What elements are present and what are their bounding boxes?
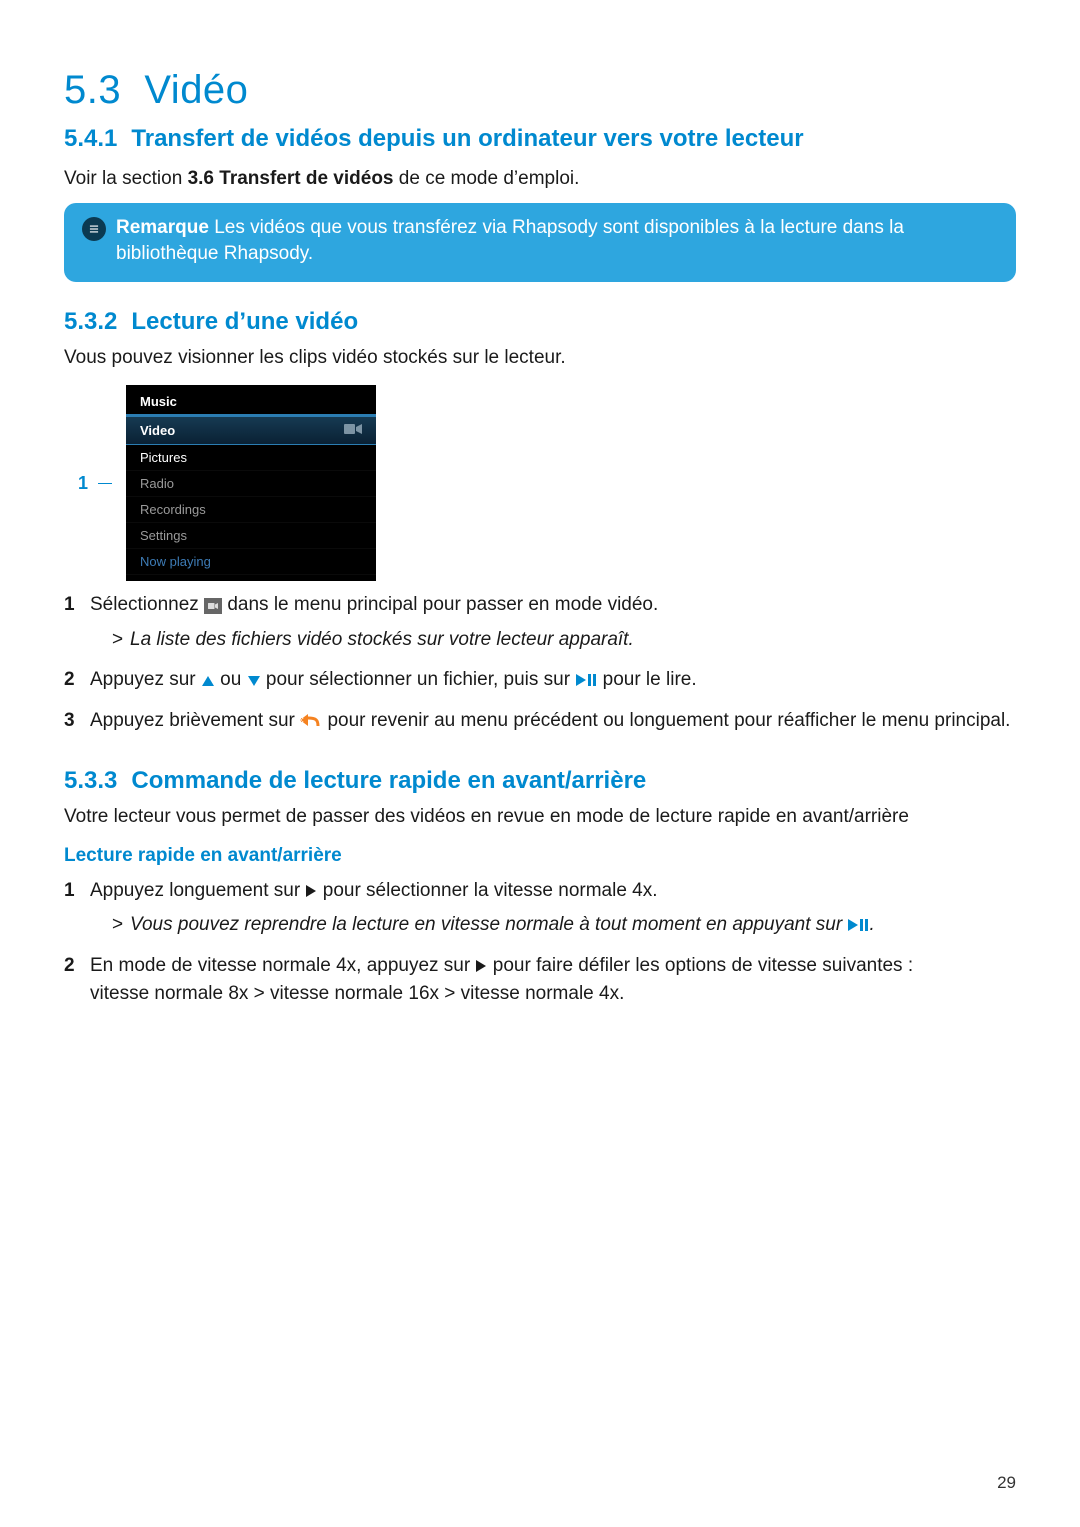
step3-pre: Appuyez brièvement sur [90, 710, 300, 731]
page-title: 5.3 Vidéo [64, 68, 1016, 113]
h1-number: 5.3 [64, 68, 121, 112]
h2-text: Transfert de vidéos depuis un ordinateur… [131, 125, 1016, 153]
s533-1-result-post: . [869, 914, 874, 935]
step2-pre: Appuyez sur [90, 669, 201, 690]
heading-533a: Lecture rapide en avant/arrière [64, 845, 1016, 867]
device-callout-line [98, 483, 112, 484]
s533-2-post: pour faire défiler les options de vitess… [487, 955, 913, 976]
step2-mid2: pour sélectionner un fichier, puis sur [261, 669, 576, 690]
back-icon [300, 712, 322, 728]
s533-1-result: >Vous pouvez reprendre la lecture en vit… [112, 911, 1016, 940]
s533-2-pre: En mode de vitesse normale 4x, appuyez s… [90, 955, 475, 976]
page-number: 29 [997, 1473, 1016, 1493]
device-label-radio: Radio [140, 476, 362, 491]
device-row-music: Music [126, 389, 376, 416]
step2-mid: ou [215, 669, 247, 690]
device-label-pictures: Pictures [140, 450, 362, 465]
camcorder-icon [344, 422, 362, 439]
s533-1-pre: Appuyez longuement sur [90, 880, 305, 901]
h3-text: Lecture d’une vidéo [131, 308, 358, 336]
note-text: Les vidéos que vous transférez via Rhaps… [116, 217, 904, 265]
steps-532: Sélectionnez dans le menu principal pour… [64, 591, 1016, 741]
device-row-settings: Settings [126, 523, 376, 549]
step-533-1: Appuyez longuement sur pour sélectionner… [64, 877, 1016, 946]
device-menu: Music Video Pictures Radio Recordings Se… [126, 385, 376, 581]
device-illustration: 1 Music Video Pictures Radio Recordings … [64, 385, 1016, 581]
h3b-text: Commande de lecture rapide en avant/arri… [131, 767, 646, 795]
step-2: Appuyez sur ou pour sélectionner un fich… [64, 666, 1016, 701]
h1-text: Vidéo [144, 68, 248, 112]
see-section-pre: Voir la section [64, 168, 188, 189]
up-triangle-icon [201, 675, 215, 687]
s533-1-result-pre: Vous pouvez reprendre la lecture en vite… [130, 914, 847, 935]
heading-533: 5.3.3 Commande de lecture rapide en avan… [64, 767, 1016, 795]
device-label-recordings: Recordings [140, 502, 362, 517]
step1-result-text: La liste des fichiers vidéo stockés sur … [130, 629, 634, 650]
intro-532: Vous pouvez visionner les clips vidéo st… [64, 344, 1016, 372]
note-icon [82, 217, 106, 241]
see-section-paragraph: Voir la section 3.6 Transfert de vidéos … [64, 165, 1016, 193]
h3b-number: 5.3.3 [64, 767, 117, 795]
play-pause-icon [575, 673, 597, 687]
heading-541: 5.4.1 Transfert de vidéos depuis un ordi… [64, 125, 1016, 153]
play-icon [305, 884, 317, 898]
play-icon [475, 959, 487, 973]
step1-result: >La liste des fichiers vidéo stockés sur… [112, 626, 1016, 655]
note-label: Remarque [116, 217, 209, 238]
down-triangle-icon [247, 675, 261, 687]
step1-pre: Sélectionnez [90, 594, 204, 615]
device-label-settings: Settings [140, 528, 362, 543]
step-3: Appuyez brièvement sur pour revenir au m… [64, 707, 1016, 742]
step2-post: pour le lire. [597, 669, 696, 690]
h3-number: 5.3.2 [64, 308, 117, 336]
video-thumb-icon [204, 598, 222, 614]
device-callout-number: 1 [64, 473, 88, 494]
device-label-video: Video [140, 423, 344, 438]
step3-post: pour revenir au menu précédent ou longue… [322, 710, 1010, 731]
device-row-nowplaying: Now playing [126, 549, 376, 575]
s533-1-post: pour sélectionner la vitesse normale 4x. [317, 880, 657, 901]
intro-533: Votre lecteur vous permet de passer des … [64, 803, 1016, 831]
manual-page: 5.3 Vidéo 5.4.1 Transfert de vidéos depu… [0, 0, 1080, 1527]
h2-number: 5.4.1 [64, 125, 117, 153]
step-1: Sélectionnez dans le menu principal pour… [64, 591, 1016, 660]
device-row-radio: Radio [126, 471, 376, 497]
step-533-2: En mode de vitesse normale 4x, appuyez s… [64, 952, 1016, 1015]
see-section-post: de ce mode d’emploi. [394, 168, 580, 189]
s533-2-line2: vitesse normale 8x > vitesse normale 16x… [90, 980, 1016, 1009]
device-row-recordings: Recordings [126, 497, 376, 523]
steps-533: Appuyez longuement sur pour sélectionner… [64, 877, 1016, 1015]
device-label-music: Music [140, 394, 362, 409]
note-body: Remarque Les vidéos que vous transférez … [116, 215, 998, 268]
see-section-bold: 3.6 Transfert de vidéos [188, 168, 394, 189]
device-row-pictures: Pictures [126, 445, 376, 471]
heading-532: 5.3.2 Lecture d’une vidéo [64, 308, 1016, 336]
note-box: Remarque Les vidéos que vous transférez … [64, 203, 1016, 282]
play-pause-icon [847, 918, 869, 932]
step1-post: dans le menu principal pour passer en mo… [222, 594, 658, 615]
device-label-nowplaying: Now playing [140, 554, 362, 569]
device-row-video: Video [126, 416, 376, 445]
